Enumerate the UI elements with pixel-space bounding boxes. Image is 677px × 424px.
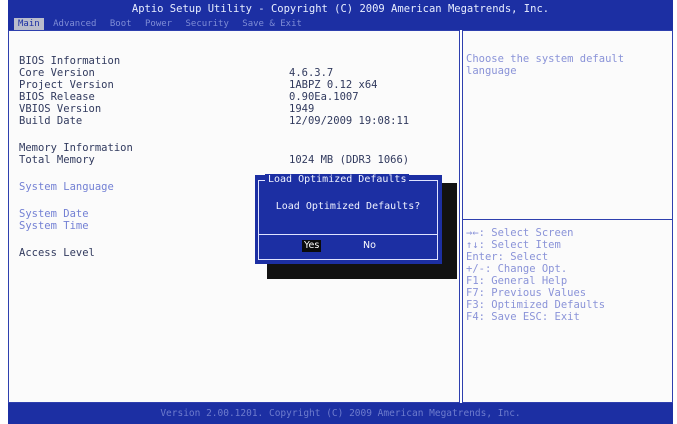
key-hint: F1: General Help [466, 275, 568, 287]
key-legend: →←: Select Screen ↑↓: Select Item Enter:… [466, 227, 671, 323]
system-language-item[interactable]: System Language [19, 181, 114, 193]
help-description-area: Choose the system default language [463, 31, 672, 220]
vbios-version-value: 1949 [289, 103, 315, 115]
key-hint: F3: Optimized Defaults [466, 299, 606, 311]
footer-version: Version 2.00.1201. Copyright (C) 2009 Am… [8, 403, 673, 424]
no-button[interactable]: No [363, 240, 376, 252]
tab-boot[interactable]: Boot [106, 18, 136, 30]
key-hint: →←: Select Screen [466, 227, 574, 239]
tab-save-exit[interactable]: Save & Exit [238, 18, 306, 30]
project-version-row: Project Version 1ABPZ 0.12 x64 [19, 79, 378, 91]
help-panel: Choose the system default language →←: S… [462, 30, 673, 403]
build-date-value: 12/09/2009 19:08:11 [289, 115, 410, 127]
access-level-row: Access Level [19, 247, 95, 259]
dialog-title: Load Optimized Defaults [265, 174, 410, 186]
bios-release-value: 0.90Ea.1007 [289, 91, 359, 103]
tab-security[interactable]: Security [182, 18, 233, 30]
key-hint: ↑↓: Select Item [466, 239, 561, 251]
vbios-version-row: VBIOS Version 1949 [19, 103, 315, 115]
load-defaults-dialog: Load Optimized Defaults Load Optimized D… [255, 174, 442, 264]
system-time-item[interactable]: System Time [19, 220, 89, 232]
tab-power[interactable]: Power [141, 18, 176, 30]
yes-button[interactable]: Yes [302, 240, 322, 252]
build-date-row: Build Date 12/09/2009 19:08:11 [19, 115, 410, 127]
tab-main[interactable]: Main [14, 18, 44, 30]
key-hint: +/-: Change Opt. [466, 263, 568, 275]
dialog-divider [259, 234, 437, 235]
help-text: Choose the system default language [466, 53, 625, 77]
key-hint: F4: Save ESC: Exit [466, 311, 580, 323]
bios-information-heading: BIOS Information [19, 55, 121, 67]
tab-bar: Main Advanced Boot Power Security Save &… [8, 18, 673, 30]
dialog-frame: Load Optimized Defaults Load Optimized D… [258, 174, 438, 260]
bios-release-row: BIOS Release 0.90Ea.1007 [19, 91, 359, 103]
core-version-value: 4.6.3.7 [289, 67, 334, 79]
key-hint: F7: Previous Values [466, 287, 587, 299]
key-hint: Enter: Select [466, 251, 549, 263]
system-date-item[interactable]: System Date [19, 208, 89, 220]
memory-information-heading: Memory Information [19, 142, 133, 154]
dialog-message: Load Optimized Defaults? [275, 201, 421, 212]
core-version-row: Core Version 4.6.3.7 [19, 67, 334, 79]
window-title: Aptio Setup Utility - Copyright (C) 2009… [8, 0, 673, 18]
project-version-value: 1ABPZ 0.12 x64 [289, 79, 378, 91]
total-memory-value: 1024 MB (DDR3 1066) [289, 154, 410, 166]
tab-advanced[interactable]: Advanced [49, 18, 100, 30]
total-memory-row: Total Memory 1024 MB (DDR3 1066) [19, 154, 410, 166]
